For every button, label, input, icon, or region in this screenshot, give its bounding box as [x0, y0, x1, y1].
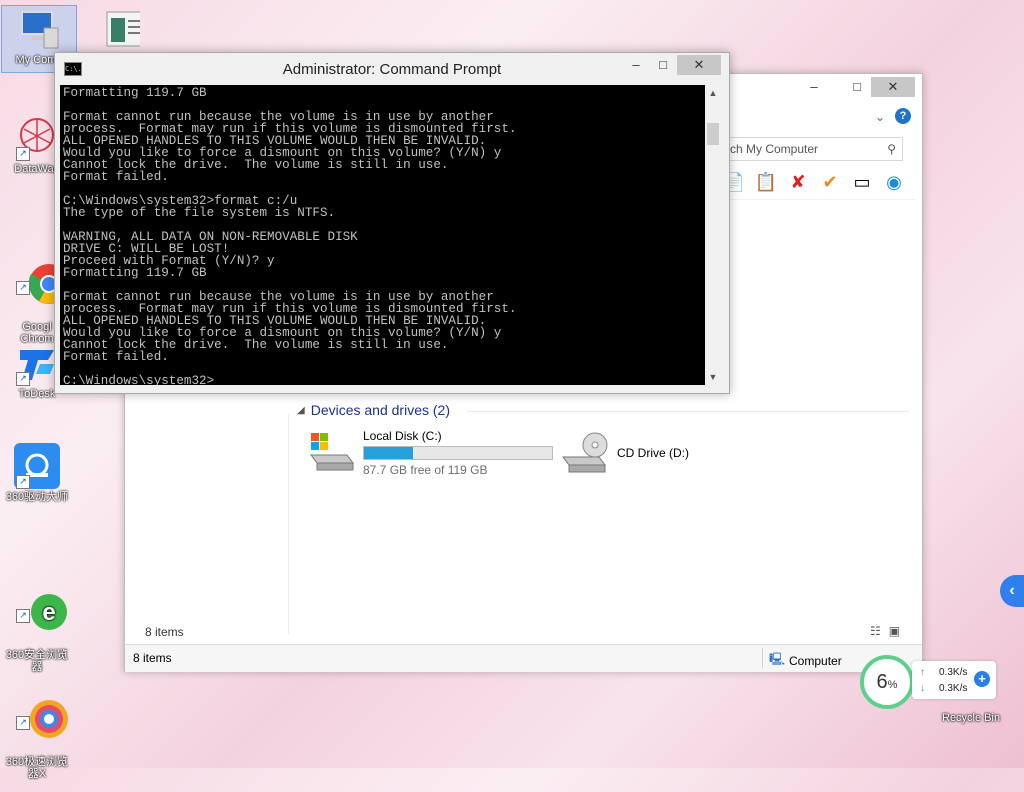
- vertical-scrollbar[interactable]: ▲ ▼: [705, 85, 721, 385]
- search-input[interactable]: rch My Computer ⚲: [721, 137, 903, 161]
- upload-arrow-icon: ↑: [920, 667, 925, 678]
- scroll-down-icon[interactable]: ▼: [705, 369, 721, 385]
- scroll-thumb[interactable]: [707, 123, 719, 145]
- collapse-triangle-icon[interactable]: ◢: [297, 405, 305, 416]
- status-separator: [762, 648, 763, 668]
- desktop-icon-window-app[interactable]: [80, 8, 154, 56]
- drive-usage-fill: [364, 447, 414, 459]
- checkmark-icon[interactable]: ✔: [817, 170, 843, 194]
- driver-icon: ↗: [14, 443, 60, 489]
- drive-name: Local Disk (C:): [363, 429, 442, 443]
- status-location-label: Computer: [789, 653, 842, 668]
- toolbar: 📄 📋 ✘ ✔ ▭ ◉: [721, 169, 907, 195]
- view-switcher: ☷ ▣: [870, 624, 900, 638]
- download-arrow-icon: ↓: [920, 683, 925, 694]
- usage-ring[interactable]: 6%: [860, 655, 914, 709]
- recycle-bin-label: Recycle Bin: [942, 712, 1001, 724]
- group-title: Devices and drives (2): [310, 402, 450, 418]
- details-view-icon[interactable]: ☷: [870, 624, 881, 638]
- scroll-up-icon[interactable]: ▲: [705, 85, 721, 101]
- svg-text:e: e: [43, 599, 56, 626]
- large-icons-view-icon[interactable]: ▣: [889, 624, 900, 638]
- cd-drive-icon: [561, 431, 609, 475]
- desktop-icon-label: 360驱动大师: [5, 491, 69, 503]
- drive-free-space: 87.7 GB free of 119 GB: [363, 463, 488, 477]
- close-button[interactable]: ✕: [871, 77, 915, 97]
- drive-usage-bar: [363, 446, 553, 460]
- desktop-icon-recycle-bin[interactable]: Recycle Bin: [942, 712, 1000, 724]
- speed-panel: ↑ 0.3K/s ↓ 0.3K/s +: [912, 661, 996, 699]
- drive-cd-d[interactable]: CD Drive (D:): [561, 431, 689, 475]
- usage-percent: 6: [876, 671, 888, 693]
- side-panel-toggle[interactable]: ‹: [1000, 575, 1024, 607]
- cmd-titlebar[interactable]: C:\. Administrator: Command Prompt – □ ✕: [55, 53, 729, 85]
- hard-drive-icon: [307, 429, 355, 473]
- properties-icon[interactable]: ▭: [849, 170, 875, 194]
- navigation-pane-divider[interactable]: [288, 414, 289, 634]
- group-header-devices[interactable]: ◢ Devices and drives (2): [297, 402, 450, 418]
- clipboard-icon[interactable]: 📋: [753, 170, 779, 194]
- console-output[interactable]: Formatting 119.7 GB Format cannot run be…: [60, 85, 705, 385]
- help-icon[interactable]: ?: [895, 108, 911, 124]
- computer-icon: [16, 6, 62, 52]
- maximize-button[interactable]: □: [843, 77, 871, 97]
- globe-icon[interactable]: ◉: [881, 170, 907, 194]
- minimize-button[interactable]: –: [623, 55, 649, 75]
- add-button[interactable]: +: [974, 671, 990, 687]
- items-count: 8 items: [145, 625, 184, 639]
- upload-speed: 0.3K/s: [939, 667, 968, 678]
- desktop-icon-360-speed-browser[interactable]: ↗ 360极速浏览 器X: [0, 660, 74, 792]
- search-placeholder: rch My Computer: [726, 142, 819, 156]
- chevron-left-icon: ‹: [1009, 582, 1015, 599]
- minimize-button[interactable]: –: [800, 77, 828, 97]
- command-prompt-window[interactable]: C:\. Administrator: Command Prompt – □ ✕…: [54, 52, 730, 394]
- maximize-button[interactable]: □: [650, 55, 676, 75]
- network-speed-widget[interactable]: 6% ↑ 0.3K/s ↓ 0.3K/s +: [860, 655, 1000, 709]
- ie-browser-icon: e ↗: [14, 577, 68, 630]
- drive-name: CD Drive (D:): [617, 446, 689, 460]
- computer-icon: 🖳: [769, 652, 786, 666]
- status-location: 🖳 Computer: [769, 650, 842, 671]
- window-app-icon: [94, 8, 150, 54]
- status-items-count: 8 items: [133, 651, 172, 665]
- desktop-icon-driver-master[interactable]: ↗ 360驱动大师: [0, 443, 74, 503]
- drive-local-disk-c[interactable]: Local Disk (C:) 87.7 GB free of 119 GB: [307, 429, 553, 477]
- delete-icon[interactable]: ✘: [785, 170, 811, 194]
- download-speed: 0.3K/s: [939, 683, 968, 694]
- speed-browser-icon: ↗: [14, 684, 69, 738]
- usage-percent-unit: %: [887, 679, 898, 691]
- close-button[interactable]: ✕: [677, 55, 721, 75]
- search-icon: ⚲: [887, 142, 896, 156]
- console-text: Formatting 119.7 GB Format cannot run be…: [63, 86, 517, 385]
- address-history-chevron-icon[interactable]: ⌄: [875, 110, 885, 124]
- status-bar: 8 items 🖳 Computer: [125, 644, 922, 672]
- group-divider: [467, 411, 909, 412]
